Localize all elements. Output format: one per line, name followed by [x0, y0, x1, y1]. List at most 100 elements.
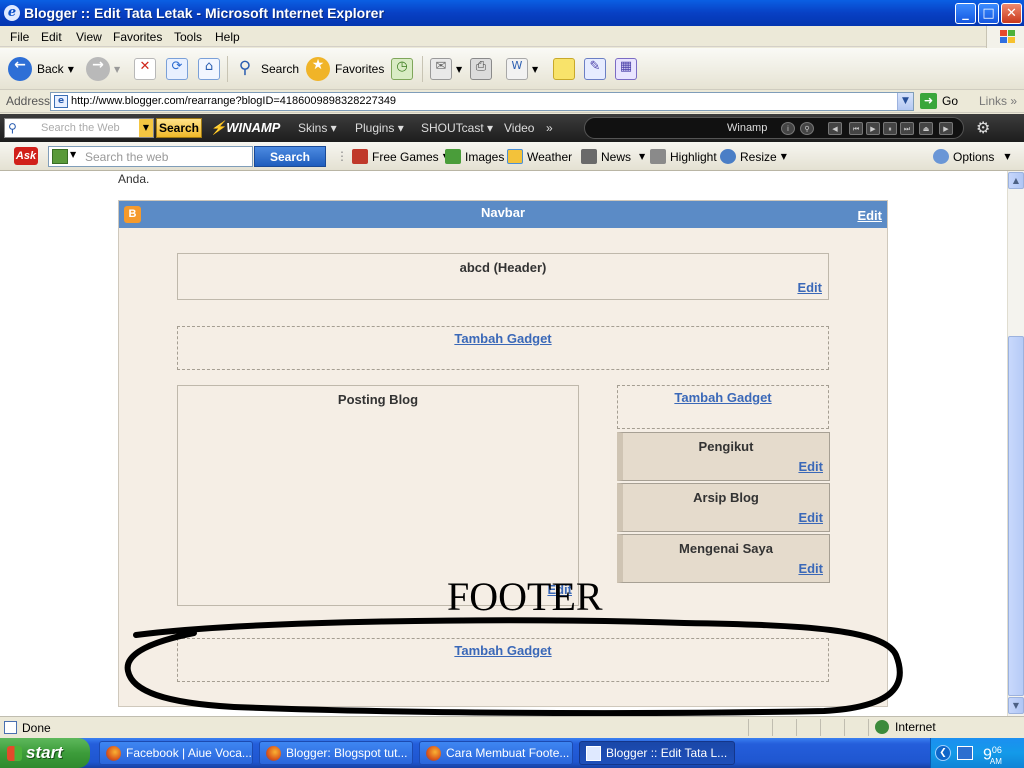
- eject-icon[interactable]: ⏏: [919, 122, 933, 135]
- window-title: Blogger :: Edit Tata Letak - Microsoft I…: [24, 5, 384, 21]
- scroll-down-button[interactable]: ▼: [1008, 697, 1024, 714]
- footer-annotation-label: FOOTER: [447, 574, 603, 619]
- weather-button[interactable]: Weather: [507, 149, 572, 164]
- winamp-more-button[interactable]: »: [546, 121, 553, 135]
- gear-icon[interactable]: ⚙: [976, 118, 990, 137]
- menu-file[interactable]: File: [10, 30, 29, 44]
- chevron-down-icon[interactable]: ▼: [139, 119, 153, 137]
- news-button[interactable]: News ▼: [581, 149, 645, 164]
- info-icon[interactable]: i: [781, 122, 795, 135]
- menu-favorites[interactable]: Favorites: [113, 30, 162, 44]
- edit-page-button[interactable]: W ▼: [506, 56, 538, 82]
- scroll-thumb[interactable]: [1008, 336, 1024, 696]
- links-button[interactable]: Links »: [979, 94, 1017, 108]
- window-title-bar[interactable]: e Blogger :: Edit Tata Letak - Microsoft…: [0, 0, 1024, 26]
- highlight-button[interactable]: Highlight: [650, 149, 717, 164]
- winamp-menu-plugins[interactable]: Plugins ▾: [355, 121, 404, 135]
- winamp-player-label: Winamp: [727, 122, 768, 134]
- ask-search-input[interactable]: ▼ Search the web: [48, 146, 253, 167]
- followers-widget[interactable]: Pengikut Edit: [617, 432, 830, 481]
- maximize-button[interactable]: □: [978, 3, 999, 24]
- scroll-up-button[interactable]: ▲: [1008, 172, 1024, 189]
- windows-flag-icon: [7, 746, 22, 761]
- back-button[interactable]: ← Back ▼: [8, 56, 74, 82]
- about-me-edit-link[interactable]: Edit: [798, 561, 823, 576]
- winamp-menu-video[interactable]: Video: [504, 121, 534, 135]
- network-icon[interactable]: [957, 746, 973, 760]
- images-button[interactable]: Images: [445, 149, 504, 164]
- menu-help[interactable]: Help: [215, 30, 240, 44]
- menu-tools[interactable]: Tools: [174, 30, 202, 44]
- search-icon[interactable]: ⚲: [800, 122, 814, 135]
- next-track-icon[interactable]: ⏭: [900, 122, 914, 135]
- address-input[interactable]: e http://www.blogger.com/rearrange?blogI…: [50, 92, 914, 111]
- close-button[interactable]: ✕: [1001, 3, 1022, 24]
- games-icon: [352, 149, 368, 164]
- mail-button[interactable]: ✉ ▼: [430, 56, 462, 82]
- ask-logo[interactable]: Ask: [14, 147, 38, 165]
- windows-flag-icon: [986, 26, 1024, 48]
- clock[interactable]: 906AM: [983, 745, 1002, 766]
- messenger-button[interactable]: ✎: [584, 56, 606, 82]
- blog-archive-widget[interactable]: Arsip Blog Edit: [617, 483, 830, 532]
- address-bar: Address e http://www.blogger.com/rearran…: [0, 90, 1024, 113]
- minimize-button[interactable]: _: [955, 3, 976, 24]
- refresh-button[interactable]: ⟳: [166, 56, 188, 82]
- stop-button[interactable]: ✕: [134, 56, 156, 82]
- research-icon: ▦: [615, 58, 637, 80]
- winamp-menu-skins[interactable]: Skins ▾: [298, 121, 337, 135]
- research-button[interactable]: ▦: [615, 56, 637, 82]
- about-me-widget[interactable]: Mengenai Saya Edit: [617, 534, 830, 583]
- taskbar-item-facebook[interactable]: Facebook | Aiue Voca...: [99, 741, 253, 765]
- free-games-button[interactable]: Free Games▼: [352, 149, 449, 164]
- add-gadget-link[interactable]: Tambah Gadget: [178, 331, 828, 346]
- winamp-search-button[interactable]: Search: [156, 118, 202, 138]
- previous-track-icon[interactable]: ⏮: [849, 122, 863, 135]
- blog-archive-edit-link[interactable]: Edit: [798, 510, 823, 525]
- taskbar-item-blogger-edit[interactable]: Blogger :: Edit Tata L...: [579, 741, 735, 765]
- start-button[interactable]: start: [0, 738, 90, 768]
- search-icon: ⚲: [8, 121, 17, 135]
- favorites-button[interactable]: ★ Favorites: [306, 56, 384, 82]
- forward-button[interactable]: → ▼: [86, 56, 120, 82]
- vertical-scrollbar[interactable]: ▲ ▼: [1007, 171, 1024, 716]
- highlight-icon: [650, 149, 666, 164]
- play-icon[interactable]: ▶: [866, 122, 880, 135]
- history-button[interactable]: ◷: [391, 56, 413, 82]
- go-button[interactable]: ➜ Go: [920, 93, 958, 109]
- search-button[interactable]: ⚲ Search: [234, 56, 299, 82]
- header-widget[interactable]: abcd (Header) Edit: [177, 253, 829, 300]
- chevron-down-icon[interactable]: ▼: [897, 93, 913, 110]
- system-tray: ❮ 906AM: [930, 738, 1024, 768]
- taskbar-item-footer[interactable]: Cara Membuat Foote...: [419, 741, 573, 765]
- blog-archive-title: Arsip Blog: [693, 490, 759, 505]
- globe-icon: [52, 149, 68, 164]
- firefox-icon: [266, 746, 281, 761]
- menu-edit[interactable]: Edit: [41, 30, 62, 44]
- refresh-icon: ⟳: [166, 58, 188, 80]
- ask-search-button[interactable]: Search: [254, 146, 326, 167]
- header-edit-link[interactable]: Edit: [797, 280, 822, 295]
- notes-button[interactable]: [553, 56, 575, 82]
- menu-view[interactable]: View: [76, 30, 102, 44]
- taskbar-item-blogspot[interactable]: Blogger: Blogspot tut...: [259, 741, 413, 765]
- chevron-left-icon[interactable]: ❮: [935, 745, 951, 761]
- chevron-down-icon[interactable]: ▼: [70, 150, 76, 159]
- page-icon: e: [54, 95, 68, 108]
- navbar-edit-link[interactable]: Edit: [857, 208, 882, 223]
- print-button[interactable]: ⎙: [470, 56, 492, 82]
- winamp-menu-shoutcast[interactable]: SHOUTcast ▾: [421, 121, 493, 135]
- volume-up-icon[interactable]: ▶: [939, 122, 953, 135]
- resize-button[interactable]: Resize ▼: [720, 149, 787, 164]
- pause-icon[interactable]: ⏸: [883, 122, 897, 135]
- home-button[interactable]: ⌂: [198, 56, 220, 82]
- ask-toolbar: Ask ▼ Search the web Search ⋮ Free Games…: [0, 142, 1024, 171]
- messenger-icon: ✎: [584, 58, 606, 80]
- options-button[interactable]: Options ▼: [933, 149, 1011, 164]
- ie-logo-icon: e: [4, 5, 20, 21]
- volume-down-icon[interactable]: ◀: [828, 122, 842, 135]
- followers-edit-link[interactable]: Edit: [798, 459, 823, 474]
- winamp-search-input[interactable]: ⚲ Search the Web ▼: [4, 118, 154, 138]
- taskbar: start Facebook | Aiue Voca... Blogger: B…: [0, 738, 1024, 768]
- add-gadget-link[interactable]: Tambah Gadget: [618, 390, 828, 405]
